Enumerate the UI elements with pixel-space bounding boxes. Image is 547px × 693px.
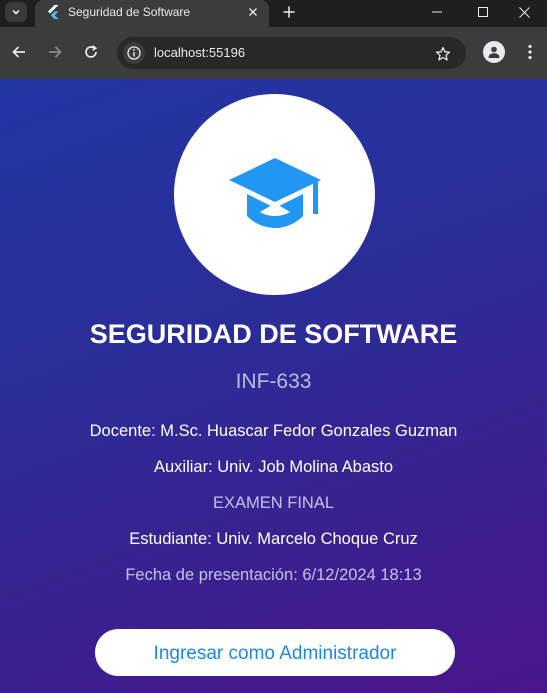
reload-icon (85, 45, 98, 58)
star-icon (435, 46, 451, 61)
arrow-right-icon (49, 46, 62, 58)
app-page: SEGURIDAD DE SOFTWARE INF-633 Docente: M… (0, 79, 547, 693)
auxiliar-text: Auxiliar: Univ. Job Molina Abasto (153, 458, 394, 476)
reload-button[interactable] (80, 41, 102, 63)
estudiante-text: Estudiante: Univ. Marcelo Choque Cruz (129, 530, 418, 548)
address-bar[interactable]: localhost:55196 (117, 37, 466, 69)
close-icon (518, 6, 530, 18)
arrow-left-icon (12, 46, 25, 58)
exam-label: EXAMEN FINAL (212, 494, 335, 512)
more-vert-icon (528, 44, 532, 60)
minimize-button[interactable] (414, 0, 460, 24)
browser-window: Seguridad de Software localhost:55196 SE… (0, 0, 547, 693)
close-icon (249, 8, 257, 16)
tab-title: Seguridad de Software (68, 5, 191, 19)
tab-close-button[interactable] (245, 4, 261, 20)
tab-strip: Seguridad de Software (0, 0, 547, 27)
plus-icon (283, 6, 295, 18)
tab-active[interactable]: Seguridad de Software (35, 0, 269, 27)
course-code: INF-633 (235, 370, 312, 393)
info-icon (127, 46, 141, 60)
logo-circle (174, 94, 375, 295)
back-button[interactable] (8, 41, 30, 63)
url-text[interactable]: localhost:55196 (154, 45, 245, 60)
maximize-icon (478, 7, 488, 17)
browser-toolbar: localhost:55196 (0, 27, 547, 79)
tab-search-button[interactable] (5, 2, 27, 22)
site-info-button[interactable] (123, 42, 145, 64)
browser-menu-button[interactable] (520, 41, 540, 63)
admin-login-button[interactable]: Ingresar como Administrador (95, 629, 455, 676)
forward-button[interactable] (44, 41, 66, 63)
page-title: SEGURIDAD DE SOFTWARE (89, 319, 458, 349)
new-tab-button[interactable] (279, 2, 299, 22)
maximize-button[interactable] (460, 0, 506, 24)
bookmark-button[interactable] (433, 44, 453, 64)
person-icon (488, 46, 500, 58)
fecha-text: Fecha de presentación: 6/12/2024 18:13 (125, 566, 422, 584)
minimize-icon (432, 11, 442, 13)
profile-button[interactable] (483, 41, 505, 63)
chevron-down-icon (12, 9, 20, 15)
graduation-cap-icon (228, 157, 321, 228)
flutter-icon (48, 5, 59, 19)
docente-text: Docente: M.Sc. Huascar Fedor Gonzales Gu… (89, 422, 458, 440)
close-window-button[interactable] (501, 0, 547, 24)
